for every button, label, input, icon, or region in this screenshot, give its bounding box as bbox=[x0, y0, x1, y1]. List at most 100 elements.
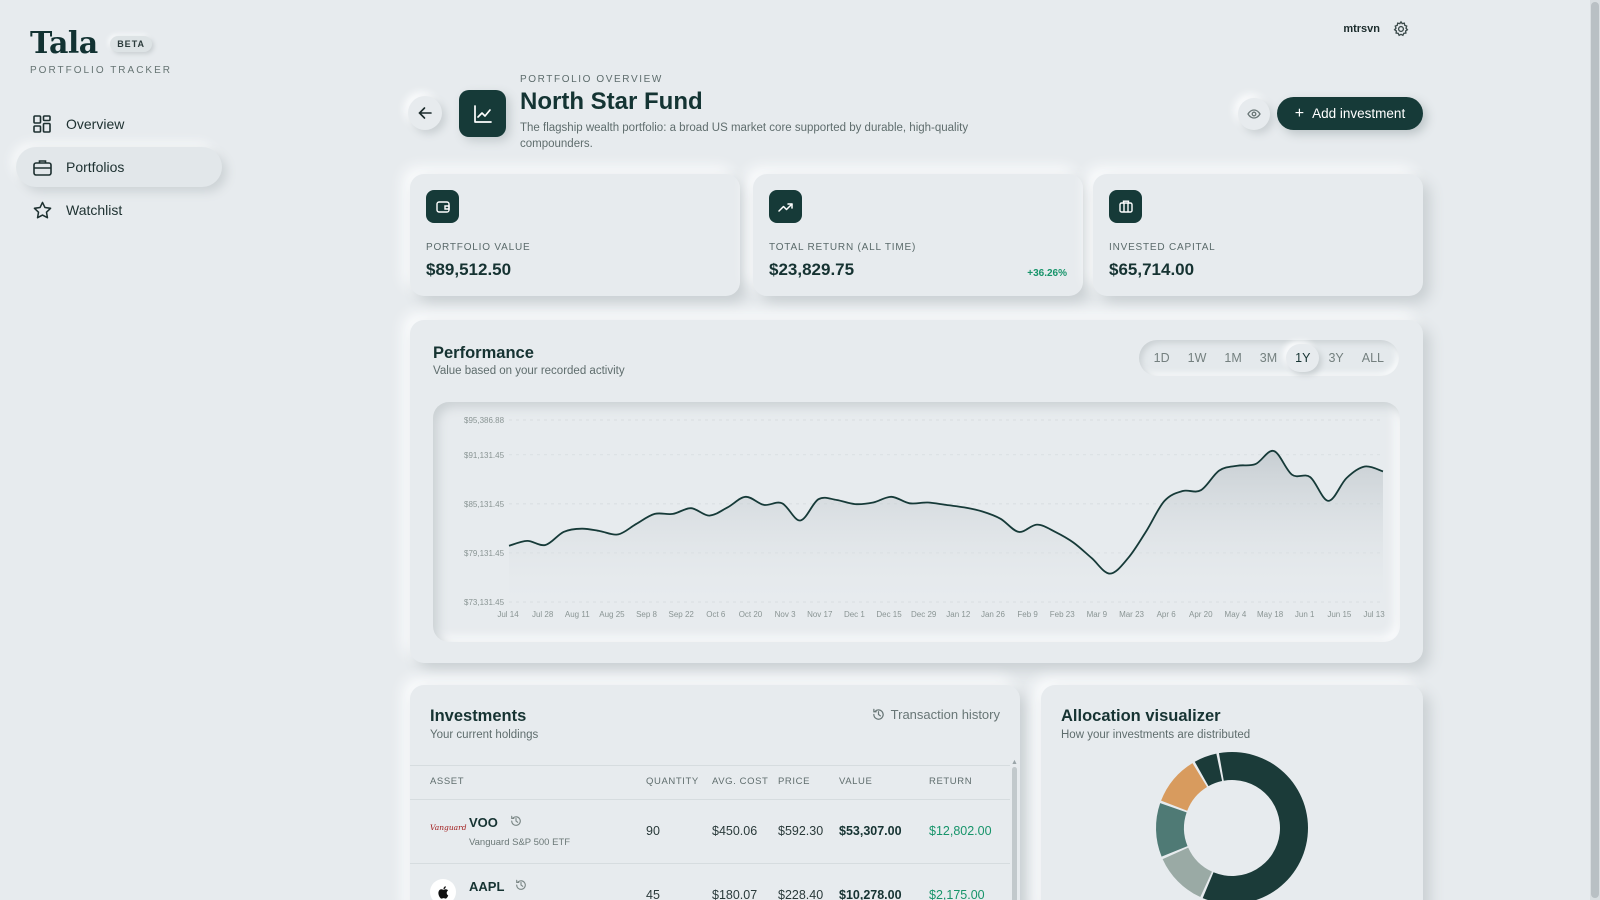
gear-icon[interactable] bbox=[1392, 20, 1410, 38]
sidebar-item-label: Portfolios bbox=[66, 159, 125, 175]
investments-subtitle: Your current holdings bbox=[430, 729, 539, 741]
apple-logo-icon bbox=[430, 879, 456, 900]
x-tick-label: Jun 1 bbox=[1295, 610, 1315, 619]
quantity-cell: 90 bbox=[646, 824, 660, 838]
asset-symbol: VOO bbox=[469, 815, 498, 830]
range-option-1y[interactable]: 1Y bbox=[1286, 344, 1320, 372]
back-button[interactable] bbox=[408, 96, 442, 130]
transaction-history-label: Transaction history bbox=[890, 707, 1000, 722]
range-option-1d[interactable]: 1D bbox=[1145, 344, 1179, 372]
username[interactable]: mtrsvn bbox=[1343, 23, 1380, 35]
brand: Tala BETA PORTFOLIO TRACKER bbox=[30, 26, 172, 76]
value-cell: $10,278.00 bbox=[839, 888, 902, 900]
x-tick-label: Oct 20 bbox=[739, 610, 763, 619]
y-tick-label: $73,131.45 bbox=[464, 598, 505, 607]
trend-up-icon bbox=[769, 190, 802, 223]
x-tick-label: Sep 8 bbox=[636, 610, 657, 619]
column-header: PRICE bbox=[778, 776, 811, 787]
sidebar-item-portfolios[interactable]: Portfolios bbox=[16, 147, 222, 187]
performance-chart-svg: $95,386.88 $91,131.45 $85,131.45 $79,131.45… bbox=[464, 416, 1385, 619]
chart-line-icon bbox=[459, 90, 506, 137]
return-percent-badge: +36.26% bbox=[1027, 268, 1067, 279]
page-scrollbar-thumb[interactable] bbox=[1591, 2, 1599, 898]
range-selector: 1D 1W 1M 3M 1Y 3Y ALL bbox=[1138, 340, 1399, 376]
add-investment-label: Add investment bbox=[1312, 106, 1406, 121]
briefcase-icon bbox=[32, 157, 52, 177]
price-cell: $228.40 bbox=[778, 888, 824, 900]
avg-cost-cell: $450.06 bbox=[712, 824, 758, 838]
page-description: The flagship wealth portfolio: a broad U… bbox=[520, 122, 969, 150]
table-row[interactable]: Vanguard VOO Vanguard S&P 500 ETF 90 $45… bbox=[410, 799, 1010, 863]
stat-value: $65,714.00 bbox=[1109, 260, 1195, 279]
x-tick-label: Dec 15 bbox=[876, 610, 902, 619]
page-scrollbar[interactable] bbox=[1590, 0, 1600, 900]
investments-card: Investments Your current holdings Transa… bbox=[410, 685, 1020, 900]
column-header: ASSET bbox=[430, 776, 465, 787]
performance-title: Performance bbox=[433, 344, 534, 362]
range-option-all[interactable]: ALL bbox=[1353, 344, 1393, 372]
x-tick-label: Jul 13 bbox=[1363, 610, 1385, 619]
sidebar-item-overview[interactable]: Overview bbox=[16, 104, 222, 144]
vanguard-logo: Vanguard bbox=[430, 823, 467, 832]
add-investment-button[interactable]: + Add investment bbox=[1277, 97, 1423, 130]
history-icon bbox=[872, 708, 884, 720]
stat-card-portfolio-value: PORTFOLIO VALUE $89,512.50 bbox=[410, 174, 740, 296]
range-option-3m[interactable]: 3M bbox=[1251, 344, 1286, 372]
x-tick-label: Dec 1 bbox=[844, 610, 865, 619]
star-icon bbox=[32, 200, 52, 220]
x-tick-label: Jul 28 bbox=[532, 610, 554, 619]
x-tick-label: Apr 20 bbox=[1189, 610, 1213, 619]
donut-slice[interactable] bbox=[1156, 803, 1188, 857]
x-tick-label: Aug 11 bbox=[565, 610, 590, 619]
eye-icon bbox=[1247, 109, 1261, 119]
column-header: VALUE bbox=[839, 776, 873, 787]
scroll-up-icon[interactable]: ▲ bbox=[1011, 759, 1018, 766]
quantity-cell: 45 bbox=[646, 888, 660, 900]
history-icon[interactable] bbox=[515, 879, 527, 894]
plus-icon: + bbox=[1294, 104, 1305, 122]
column-header: RETURN bbox=[929, 776, 973, 787]
avg-cost-cell: $180.07 bbox=[712, 888, 758, 900]
table-row[interactable]: AAPL 45 $180.07 $228.40 $10,278.00 $2,17… bbox=[410, 863, 1010, 900]
stat-label: INVESTED CAPITAL bbox=[1109, 242, 1216, 253]
x-tick-label: Aug 25 bbox=[599, 610, 625, 619]
range-option-1m[interactable]: 1M bbox=[1215, 344, 1250, 372]
series-area bbox=[509, 450, 1383, 602]
transaction-history-link[interactable]: Transaction history bbox=[872, 707, 1000, 722]
range-option-1w[interactable]: 1W bbox=[1179, 344, 1216, 372]
donut-slice[interactable] bbox=[1162, 847, 1212, 898]
performance-subtitle: Value based on your recorded activity bbox=[433, 365, 625, 377]
x-tick-label: May 18 bbox=[1257, 610, 1284, 619]
page-kicker: PORTFOLIO OVERVIEW bbox=[520, 74, 663, 85]
visibility-toggle-button[interactable] bbox=[1238, 98, 1270, 130]
briefcase-icon bbox=[1109, 190, 1142, 223]
x-tick-label: Feb 23 bbox=[1050, 610, 1075, 619]
asset-symbol: AAPL bbox=[469, 879, 505, 894]
brand-tagline: PORTFOLIO TRACKER bbox=[30, 65, 172, 76]
range-option-3y[interactable]: 3Y bbox=[1319, 344, 1352, 372]
x-tick-label: Apr 6 bbox=[1157, 610, 1177, 619]
performance-chart: $95,386.88 $91,131.45 $85,131.45 $79,131.45… bbox=[433, 402, 1400, 642]
x-tick-label: May 4 bbox=[1225, 610, 1247, 619]
sidebar-item-watchlist[interactable]: Watchlist bbox=[16, 190, 222, 230]
user-menu: mtrsvn bbox=[1343, 20, 1410, 38]
x-tick-label: Mar 9 bbox=[1087, 610, 1108, 619]
column-header: QUANTITY bbox=[646, 776, 699, 787]
stat-label: PORTFOLIO VALUE bbox=[426, 242, 531, 253]
allocation-card: Allocation visualizer How your investmen… bbox=[1041, 685, 1423, 900]
stat-card-total-return: TOTAL RETURN (ALL TIME) $23,829.75 +36.2… bbox=[753, 174, 1083, 296]
stat-value: $89,512.50 bbox=[426, 260, 512, 279]
divider bbox=[410, 765, 1010, 766]
return-cell: $12,802.00 bbox=[929, 824, 992, 838]
return-cell: $2,175.00 bbox=[929, 888, 985, 900]
x-tick-label: Nov 3 bbox=[775, 610, 796, 619]
asset-name: Vanguard S&P 500 ETF bbox=[469, 837, 571, 848]
y-tick-label: $79,131.45 bbox=[464, 549, 505, 558]
x-tick-label: Nov 17 bbox=[807, 610, 833, 619]
y-tick-label: $91,131.45 bbox=[464, 451, 505, 460]
x-tick-label: Dec 29 bbox=[911, 610, 937, 619]
table-scrollbar[interactable]: ▲ bbox=[1011, 759, 1018, 900]
brand-logo: Tala bbox=[30, 26, 98, 61]
history-icon[interactable] bbox=[510, 815, 522, 830]
sidebar-item-label: Overview bbox=[66, 116, 125, 132]
